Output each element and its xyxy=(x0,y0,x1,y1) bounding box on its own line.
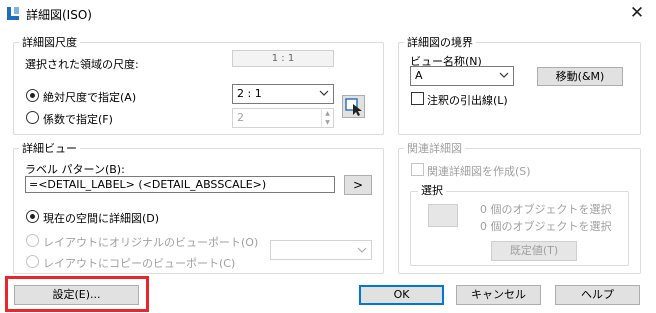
layout-viewport-combo[interactable] xyxy=(270,240,372,260)
selected-area-scale-label: 選択された領域の尺度: xyxy=(25,58,139,71)
layout-copy-radio[interactable] xyxy=(26,255,39,268)
insert-field-button[interactable]: > xyxy=(344,175,372,195)
chevron-down-icon xyxy=(499,72,509,78)
help-button[interactable]: ヘルプ xyxy=(555,285,640,305)
window-title: 詳細図(ISO) xyxy=(26,8,92,22)
select-objects-button[interactable] xyxy=(428,204,458,227)
leader-checkbox-label: 注釈の引出線(L) xyxy=(427,94,508,107)
pick-point-button[interactable] xyxy=(342,95,365,118)
selected-area-scale-value: 1 : 1 xyxy=(232,50,334,67)
create-related-checkbox[interactable] xyxy=(411,163,424,176)
current-space-radio[interactable] xyxy=(26,210,39,223)
move-button[interactable]: 移動(&M) xyxy=(537,67,623,86)
label-pattern-label: ラベル パターン(B): xyxy=(25,163,125,176)
absolute-scale-radio[interactable] xyxy=(26,89,39,102)
close-icon[interactable]: ✕ xyxy=(624,2,650,24)
layout-copy-label: レイアウトにコピーのビューポート(C) xyxy=(43,257,236,270)
factor-scale-label: 係数で指定(F) xyxy=(43,113,113,126)
selected-count-1: 0 個のオブジェクトを選択 xyxy=(480,203,612,216)
factor-spin-field[interactable]: 2 ▲ ▼ xyxy=(232,108,334,128)
selection-subgroup-label: 選択 xyxy=(418,184,446,197)
scale-group-label: 詳細図尺度 xyxy=(19,36,80,49)
ok-button[interactable]: OK xyxy=(359,285,444,305)
create-related-label: 関連詳細図を作成(S) xyxy=(427,165,531,178)
settings-button[interactable]: 設定(E)... xyxy=(14,285,139,305)
cancel-button[interactable]: キャンセル xyxy=(456,285,541,305)
view-name-combo[interactable]: A xyxy=(410,66,514,86)
leader-checkbox[interactable] xyxy=(411,92,424,105)
absolute-scale-combo-value: 2 : 1 xyxy=(237,87,262,100)
layout-original-radio[interactable] xyxy=(26,234,39,247)
spin-up-icon: ▲ xyxy=(325,110,330,117)
absolute-scale-label: 絶対尺度で指定(A) xyxy=(43,91,137,104)
detail-view-group-label: 詳細ビュー xyxy=(19,142,80,155)
current-space-label: 現在の空間に詳細図(D) xyxy=(43,212,160,225)
default-button[interactable]: 既定値(T) xyxy=(491,241,577,261)
chevron-down-icon xyxy=(357,247,367,253)
chevron-down-icon xyxy=(319,90,329,96)
absolute-scale-combo[interactable]: 2 : 1 xyxy=(232,84,334,104)
related-group-label: 関連詳細図 xyxy=(404,142,465,155)
pick-cursor-icon xyxy=(345,98,362,116)
view-name-value: A xyxy=(415,69,423,82)
spin-buttons[interactable]: ▲ ▼ xyxy=(321,109,333,127)
boundary-group-label: 詳細図の境界 xyxy=(404,36,476,49)
spin-down-icon: ▼ xyxy=(325,119,330,126)
selected-count-2: 0 個のオブジェクトを選択 xyxy=(480,220,612,233)
factor-scale-radio[interactable] xyxy=(26,111,39,124)
app-icon xyxy=(7,7,19,20)
layout-original-label: レイアウトにオリジナルのビューポート(O) xyxy=(43,236,259,249)
title-bar: 詳細図(ISO) ✕ xyxy=(0,0,656,28)
label-pattern-input[interactable]: =<DETAIL_LABEL> (<DETAIL_ABSSCALE>) xyxy=(25,176,335,193)
factor-spin-value: 2 xyxy=(237,111,244,124)
